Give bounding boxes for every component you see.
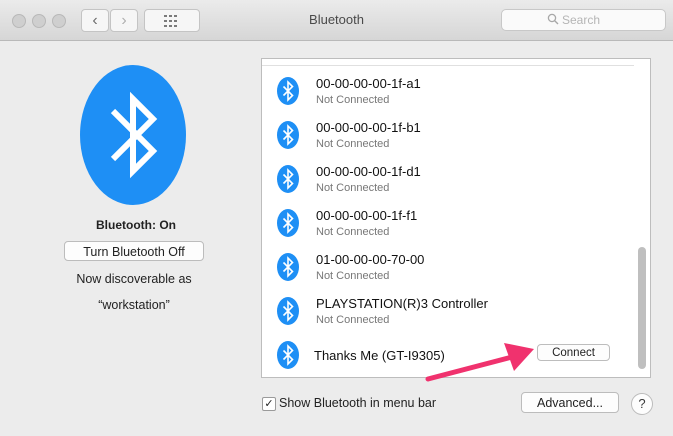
discoverable-text: Now discoverable as	[76, 272, 192, 286]
device-status: Not Connected	[316, 182, 390, 194]
bluetooth-icon	[277, 165, 299, 193]
device-row[interactable]: 00-00-00-00-1f-f1 Not Connected	[262, 201, 634, 245]
bluetooth-icon	[277, 77, 299, 105]
device-row[interactable]: 00-00-00-00-1f-b1 Not Connected	[262, 113, 634, 157]
bluetooth-icon	[277, 297, 299, 325]
bluetooth-logo	[80, 65, 186, 205]
show-in-menu-bar-label: Show Bluetooth in menu bar	[279, 396, 437, 410]
search-placeholder: Search	[562, 13, 601, 27]
list-scrollbar[interactable]	[638, 247, 646, 369]
bluetooth-status: Bluetooth: On	[96, 218, 176, 232]
search-field[interactable]: Search	[501, 9, 666, 31]
list-divider	[262, 65, 634, 66]
device-row[interactable]: 01-00-00-00-70-00 Not Connected	[262, 245, 634, 289]
bluetooth-icon	[277, 341, 299, 369]
advanced-button[interactable]: Advanced...	[521, 392, 619, 413]
device-status: Not Connected	[316, 226, 390, 238]
device-name: PLAYSTATION(R)3 Controller	[316, 296, 488, 311]
device-name: 00-00-00-00-1f-a1	[316, 76, 421, 91]
device-status: Not Connected	[316, 94, 390, 106]
show-in-menu-bar-checkbox[interactable]: ✓	[262, 397, 276, 411]
turn-bluetooth-off-button[interactable]: Turn Bluetooth Off	[64, 241, 204, 261]
device-row[interactable]: 00-00-00-00-1f-d1 Not Connected	[262, 157, 634, 201]
device-status: Not Connected	[316, 138, 390, 150]
bluetooth-icon	[277, 209, 299, 237]
device-status: Not Connected	[316, 314, 390, 326]
device-row[interactable]: 00-00-00-00-1f-a1 Not Connected	[262, 69, 634, 113]
bluetooth-preferences-window: ‹ › Bluetooth Search Bluetooth: On Turn …	[0, 0, 673, 436]
help-icon[interactable]: ?	[631, 393, 653, 415]
device-row[interactable]: PLAYSTATION(R)3 Controller Not Connected	[262, 289, 634, 333]
background-window-edge	[0, 40, 6, 436]
annotation-arrow	[425, 343, 534, 382]
bluetooth-icon	[277, 121, 299, 149]
device-name-text: “workstation”	[98, 298, 170, 312]
devices-list[interactable]: 00-00-00-00-1f-a1 Not Connected 00-00-00…	[261, 58, 651, 378]
search-icon	[547, 13, 559, 25]
device-name: 01-00-00-00-70-00	[316, 252, 425, 267]
title-bar: ‹ › Bluetooth Search	[0, 0, 673, 41]
device-name: 00-00-00-00-1f-d1	[316, 164, 421, 179]
device-name: 00-00-00-00-1f-f1	[316, 208, 418, 223]
device-status: Not Connected	[316, 270, 390, 282]
bluetooth-icon	[277, 253, 299, 281]
device-name: 00-00-00-00-1f-b1	[316, 120, 421, 135]
